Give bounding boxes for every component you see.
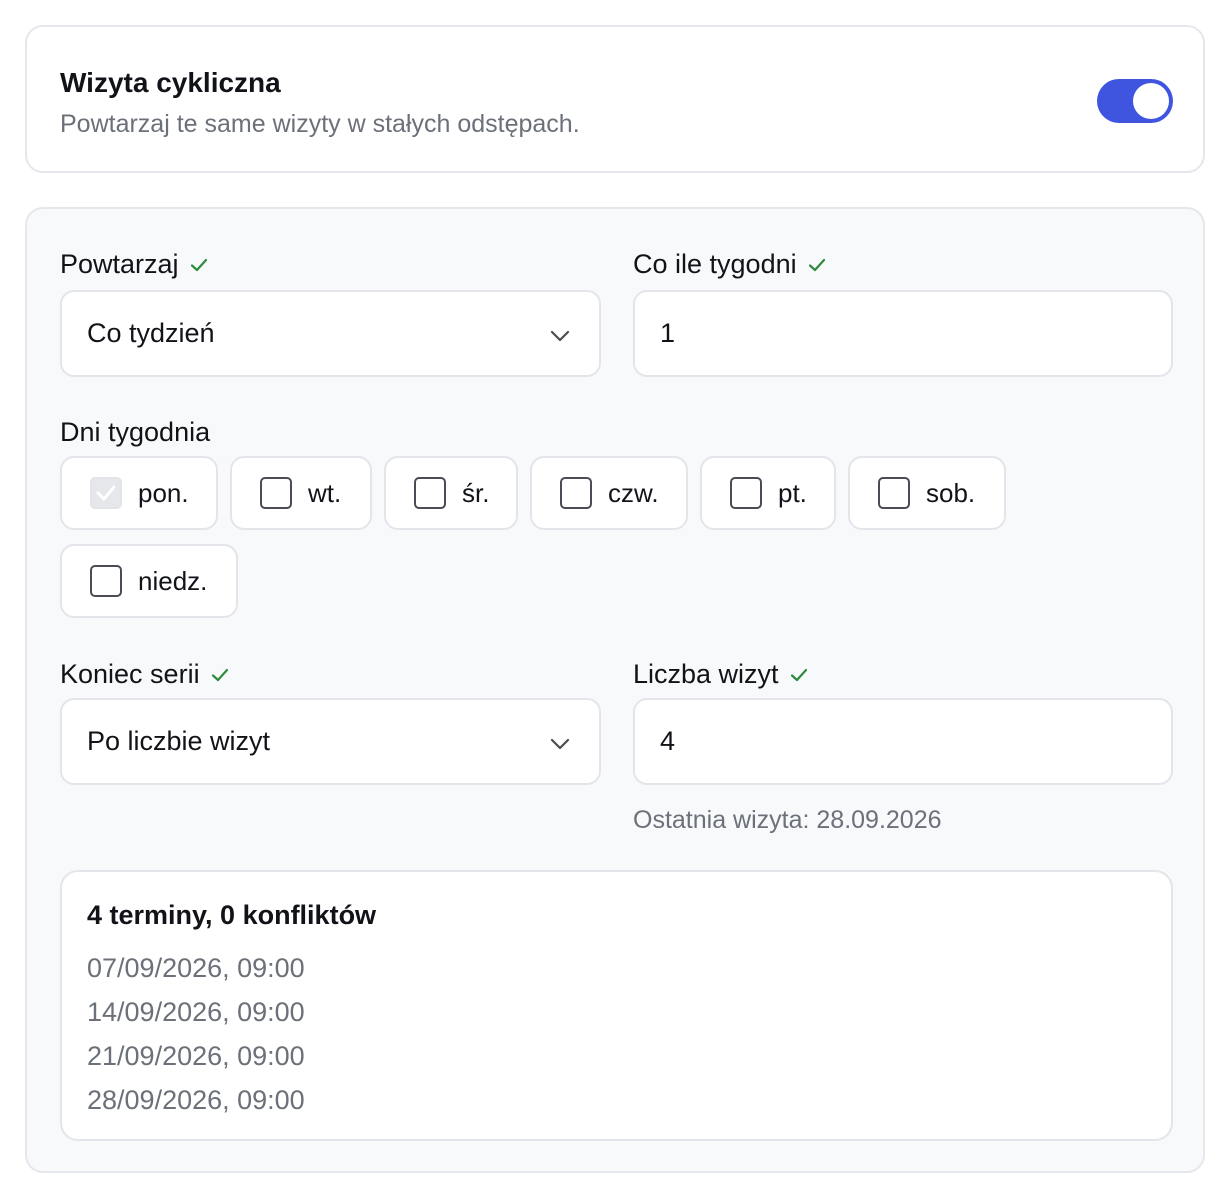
repeat-label: Powtarzaj [60,249,209,280]
last-visit-hint: Ostatnia wizyta: 28.09.2026 [633,806,942,834]
visit-count-input[interactable]: 4 [633,698,1173,785]
valid-check-icon [807,255,827,275]
series-end-label-text: Koniec serii [60,659,200,689]
series-end-select-value: Po liczbie wizyt [87,726,271,756]
weekdays-label-text: Dni tygodnia [60,417,211,447]
recurrence-settings-card: Powtarzaj Co tydzień Co ile tygodni 1 Dn… [25,207,1205,1173]
interval-input[interactable]: 1 [633,290,1173,377]
weekday-label: pt. [778,477,807,508]
monday-checkbox[interactable] [90,477,122,509]
visit-count-label-text: Liczba wizyt [633,659,779,689]
repeat-select-value: Co tydzień [87,318,215,348]
series-end-label: Koniec serii [60,659,230,690]
weekday-monday[interactable]: pon. [60,456,218,530]
weekday-friday[interactable]: pt. [700,456,836,530]
toggle-knob [1133,83,1169,119]
weekday-saturday[interactable]: sob. [848,456,1006,530]
summary-date-item: 14/09/2026, 09:00 [87,997,305,1027]
weekday-wednesday[interactable]: śr. [384,456,518,530]
summary-heading: 4 terminy, 0 konfliktów [87,900,377,930]
summary-date-list: 07/09/2026, 09:00 14/09/2026, 09:00 21/0… [87,946,305,1122]
recurring-visit-toggle[interactable] [1097,79,1173,123]
weekday-label: śr. [462,477,490,508]
schedule-summary: 4 terminy, 0 konfliktów 07/09/2026, 09:0… [60,870,1173,1141]
weekday-label: niedz. [138,565,208,596]
repeat-label-text: Powtarzaj [60,249,179,279]
visit-count-input-value: 4 [660,726,676,756]
interval-input-value: 1 [660,318,676,348]
summary-date-item: 28/09/2026, 09:00 [87,1085,305,1115]
repeat-select[interactable]: Co tydzień [60,290,601,377]
weekday-label: pon. [138,477,189,508]
weekday-thursday[interactable]: czw. [530,456,688,530]
summary-date-item: 21/09/2026, 09:00 [87,1041,305,1071]
valid-check-icon [189,255,209,275]
valid-check-icon [210,665,230,685]
interval-label: Co ile tygodni [633,249,827,280]
thursday-checkbox[interactable] [560,477,592,509]
weekday-label: wt. [308,477,342,508]
weekday-label: czw. [608,477,659,508]
series-end-select[interactable]: Po liczbie wizyt [60,698,601,785]
recurring-visit-subtitle: Powtarzaj te same wizyty w stałych odstę… [60,110,580,138]
friday-checkbox[interactable] [730,477,762,509]
recurring-visit-title: Wizyta cykliczna [60,67,281,98]
tuesday-checkbox[interactable] [260,477,292,509]
summary-date-item: 07/09/2026, 09:00 [87,953,305,983]
sunday-checkbox[interactable] [90,565,122,597]
weekday-sunday[interactable]: niedz. [60,544,238,618]
chevron-down-icon [549,731,571,753]
visit-count-label: Liczba wizyt [633,659,809,690]
wednesday-checkbox[interactable] [414,477,446,509]
interval-label-text: Co ile tygodni [633,249,797,279]
weekdays-label: Dni tygodnia [60,417,210,448]
saturday-checkbox[interactable] [878,477,910,509]
valid-check-icon [789,665,809,685]
weekday-tuesday[interactable]: wt. [230,456,372,530]
weekday-label: sob. [926,477,976,508]
recurring-visit-card: Wizyta cykliczna Powtarzaj te same wizyt… [25,25,1205,173]
chevron-down-icon [549,323,571,345]
